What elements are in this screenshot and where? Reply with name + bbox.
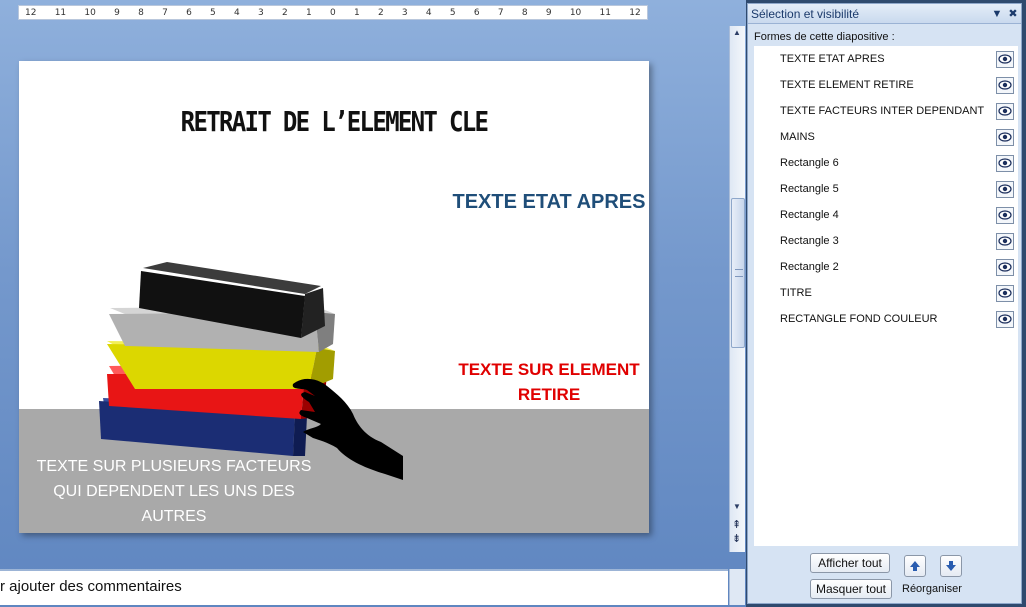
ruler-mark: 1 [305,7,312,18]
notes-placeholder: r ajouter des commentaires [0,578,182,595]
editor-vertical-scrollbar[interactable]: ▲ ▼ ⇞ ⇟ [729,26,745,552]
eye-icon[interactable] [996,232,1014,250]
move-down-button[interactable] [940,555,962,577]
horizontal-ruler: 12 11 10 9 8 7 6 5 4 3 2 1 0 1 2 3 4 5 6… [18,5,648,20]
block-stack-illustration[interactable] [95,256,415,496]
mains[interactable] [292,378,403,480]
ruler-mark: 5 [210,7,216,18]
list-item[interactable]: TEXTE ELEMENT RETIRE [754,72,1018,98]
eye-icon[interactable] [996,154,1014,172]
eye-icon[interactable] [996,180,1014,198]
ruler-mark: 7 [497,7,504,18]
ruler-mark: 12 [25,7,37,18]
slide-canvas[interactable]: RETRAIT DE L’ELEMENT CLE TEXTE ETAT APRE… [19,61,649,533]
shape-name: Rectangle 5 [780,183,839,195]
shape-name: Rectangle 6 [780,157,839,169]
shape-name: TITRE [780,287,812,299]
next-slide-icon[interactable]: ⇟ [732,534,741,545]
list-item[interactable]: Rectangle 6 [754,150,1018,176]
slide-editor: 12 11 10 9 8 7 6 5 4 3 2 1 0 1 2 3 4 5 6… [0,0,746,607]
close-icon[interactable]: ✖ [1005,7,1021,20]
pane-options-icon[interactable]: ▼ [989,8,1005,20]
ruler-mark: 9 [114,7,120,18]
shape-name: RECTANGLE FOND COULEUR [780,313,938,325]
ruler-mark: 1 [353,7,360,18]
selection-visibility-pane: Sélection et visibilité ▼ ✖ Formes de ce… [747,3,1022,604]
ruler-mark: 8 [138,7,144,18]
ruler-mark: 8 [521,7,528,18]
ruler-mark: 3 [401,7,408,18]
pane-header: Sélection et visibilité ▼ ✖ [748,4,1021,24]
ruler-mark: 6 [186,7,192,18]
text-retire-line: TEXTE SUR ELEMENT [458,360,640,379]
list-item[interactable]: Rectangle 5 [754,176,1018,202]
text-element-retire[interactable]: TEXTE SUR ELEMENT RETIRE [449,357,649,407]
previous-slide-icon[interactable]: ⇞ [732,520,741,531]
reorder-label: Réorganiser [902,583,962,595]
ruler-mark: 0 [329,7,336,18]
shapes-list: TEXTE ETAT APRES TEXTE ELEMENT RETIRE TE… [754,46,1018,546]
show-all-button[interactable]: Afficher tout [810,553,890,573]
shape-name: TEXTE ETAT APRES [780,53,885,65]
list-item[interactable]: Rectangle 4 [754,202,1018,228]
arrow-up-icon [910,561,920,571]
list-item[interactable]: RECTANGLE FOND COULEUR [754,306,1018,332]
list-item[interactable]: TITRE [754,280,1018,306]
pane-footer: Afficher tout Masquer tout Réorganiser [748,549,1021,603]
list-item[interactable]: Rectangle 2 [754,254,1018,280]
notes-scrollbar[interactable] [729,569,745,605]
ruler-mark: 4 [425,7,432,18]
list-item[interactable]: TEXTE FACTEURS INTER DEPENDANT [754,98,1018,124]
ruler-mark: 11 [599,7,611,18]
hide-all-button[interactable]: Masquer tout [810,579,892,599]
eye-icon[interactable] [996,128,1014,146]
eye-icon[interactable] [996,76,1014,94]
ruler-mark: 6 [473,7,480,18]
ruler-mark: 7 [162,7,168,18]
shape-name: Rectangle 2 [780,261,839,273]
ruler-mark: 9 [545,7,552,18]
ruler-mark: 2 [282,7,288,18]
eye-icon[interactable] [996,310,1014,328]
notes-pane[interactable]: r ajouter des commentaires [0,569,728,605]
shape-name: Rectangle 3 [780,235,839,247]
scroll-thumb[interactable] [731,198,745,348]
arrow-down-icon [946,561,956,571]
ruler-mark: 3 [258,7,264,18]
shapes-list-label: Formes de cette diapositive : [754,31,895,43]
eye-icon[interactable] [996,206,1014,224]
list-item[interactable]: TEXTE ETAT APRES [754,46,1018,72]
ruler-mark: 12 [629,7,641,18]
eye-icon[interactable] [996,284,1014,302]
slide-title[interactable]: RETRAIT DE L’ELEMENT CLE [63,105,605,138]
shape-name: Rectangle 4 [780,209,839,221]
list-item[interactable]: Rectangle 3 [754,228,1018,254]
pane-title: Sélection et visibilité [751,6,860,21]
eye-icon[interactable] [996,50,1014,68]
list-item[interactable]: MAINS [754,124,1018,150]
scroll-down-icon[interactable]: ▼ [733,502,741,511]
shape-name: MAINS [780,131,815,143]
ruler-mark: 10 [84,7,96,18]
ruler-mark: 10 [569,7,582,18]
ruler-mark: 4 [234,7,240,18]
shape-name: TEXTE FACTEURS INTER DEPENDANT [780,105,985,117]
ruler-mark: 2 [377,7,384,18]
move-up-button[interactable] [904,555,926,577]
ruler-mark: 5 [449,7,456,18]
eye-icon[interactable] [996,102,1014,120]
text-etat-apres[interactable]: TEXTE ETAT APRES [449,191,649,214]
eye-icon[interactable] [996,258,1014,276]
text-facteurs-line: AUTRES [141,508,207,525]
ruler-mark: 11 [54,7,67,18]
shape-name: TEXTE ELEMENT RETIRE [780,79,914,91]
scroll-up-icon[interactable]: ▲ [733,28,741,37]
text-retire-line: RETIRE [517,385,581,404]
